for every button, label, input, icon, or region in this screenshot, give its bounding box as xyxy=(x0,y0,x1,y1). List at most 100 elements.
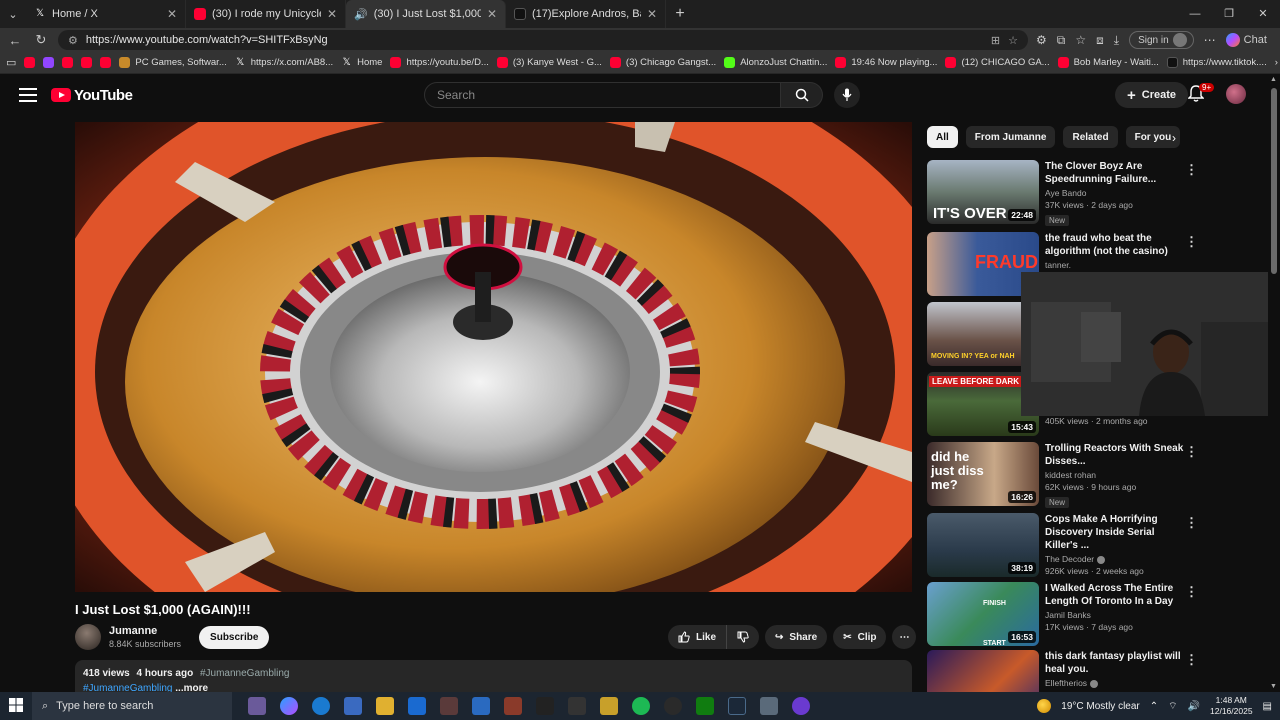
downloads-icon[interactable]: ⤓ xyxy=(1114,33,1119,48)
video-thumbnail[interactable]: IT'S OVER 22:48 xyxy=(927,160,1039,224)
clip-button[interactable]: ✂ Clip xyxy=(833,625,887,649)
reading-list-icon[interactable]: ▭ xyxy=(6,56,16,69)
description-hashtag[interactable]: #JumanneGambling xyxy=(200,668,290,679)
app-icon[interactable] xyxy=(472,697,490,715)
bookmark[interactable] xyxy=(81,57,93,68)
discord-icon[interactable] xyxy=(792,697,810,715)
bookmark[interactable]: 𝕏 Home xyxy=(341,57,383,68)
new-tab-button[interactable]: + xyxy=(666,0,694,28)
weather-text[interactable]: 19°C Mostly clear xyxy=(1061,701,1139,712)
bookmark[interactable]: (12) CHICAGO GA... xyxy=(945,57,1050,68)
bookmark[interactable]: https://youtu.be/D... xyxy=(390,57,489,68)
chip-from-channel[interactable]: From Jumanne xyxy=(965,126,1056,148)
bookmark[interactable]: (3) Chicago Gangst... xyxy=(609,57,716,68)
app-icon[interactable] xyxy=(664,697,682,715)
related-video[interactable]: this dark fantasy playlist will heal you… xyxy=(927,650,1247,692)
page-scrollbar[interactable]: ▲ ▼ xyxy=(1268,74,1280,692)
notifications-center-icon[interactable]: ▤ xyxy=(1263,701,1272,712)
taskbar-search[interactable]: ⌕ Type here to search xyxy=(32,692,232,720)
bookmark[interactable]: Bob Marley - Waiti... xyxy=(1057,57,1159,68)
bookmarks-overflow-icon[interactable]: › xyxy=(1275,57,1278,68)
more-options-icon[interactable]: ⋮ xyxy=(1185,234,1198,250)
menu-icon[interactable] xyxy=(19,88,37,102)
bookmark[interactable] xyxy=(62,57,74,68)
app-available-icon[interactable]: ⊞ xyxy=(991,34,1000,47)
bookmark[interactable] xyxy=(24,57,36,68)
scroll-up-icon[interactable]: ▲ xyxy=(1270,76,1277,83)
close-window-icon[interactable]: ✕ xyxy=(1246,0,1280,28)
sign-in-button[interactable]: Sign in xyxy=(1129,31,1194,49)
related-video[interactable]: IT'S OVER 22:48 The Clover Boyz Are Spee… xyxy=(927,160,1247,226)
app-icon[interactable] xyxy=(536,697,554,715)
favorites-icon[interactable]: ☆ xyxy=(1075,33,1086,47)
subscribe-button[interactable]: Subscribe xyxy=(199,625,270,649)
video-thumbnail[interactable] xyxy=(927,650,1039,692)
channel-avatar[interactable] xyxy=(75,624,101,650)
browser-tab-active[interactable]: 🔊 (30) I Just Lost $1,000 (AGAIN ✕ xyxy=(346,0,506,28)
steam-icon[interactable] xyxy=(728,697,746,715)
tab-actions-menu[interactable]: ⌄ xyxy=(0,0,26,28)
back-icon[interactable]: ← xyxy=(6,33,24,48)
app-icon[interactable] xyxy=(760,697,778,715)
close-tab-icon[interactable]: ✕ xyxy=(487,7,497,21)
refresh-icon[interactable]: ↻ xyxy=(32,32,50,48)
minimize-icon[interactable]: — xyxy=(1178,0,1212,28)
video-thumbnail[interactable]: did he just diss me? 16:26 xyxy=(927,442,1039,506)
more-options-icon[interactable]: ⋮ xyxy=(1185,444,1198,460)
app-icon[interactable] xyxy=(568,697,586,715)
more-options-icon[interactable]: ⋮ xyxy=(1185,652,1198,668)
bookmark[interactable]: (3) Kanye West - G... xyxy=(496,57,602,68)
scrollbar-thumb[interactable] xyxy=(1271,88,1277,274)
bookmark[interactable] xyxy=(43,57,55,68)
search-input[interactable] xyxy=(424,82,781,108)
bookmark[interactable]: 𝕏https://x.com/AB8... xyxy=(235,57,333,68)
copilot-icon[interactable] xyxy=(280,697,298,715)
share-button[interactable]: ↪ Share xyxy=(765,625,828,649)
clock[interactable]: 1:48 AM 12/16/2025 xyxy=(1210,695,1253,717)
scroll-down-icon[interactable]: ▼ xyxy=(1270,683,1277,690)
favorite-star-icon[interactable]: ☆ xyxy=(1008,34,1018,47)
search-button[interactable] xyxy=(781,82,823,108)
app-icon[interactable] xyxy=(600,697,618,715)
more-actions-button[interactable]: ⋯ xyxy=(892,625,917,649)
start-button[interactable] xyxy=(0,697,32,715)
account-avatar[interactable] xyxy=(1226,84,1246,104)
bookmark[interactable]: https://www.tiktok.... xyxy=(1166,57,1267,68)
game-icon[interactable] xyxy=(504,697,522,715)
like-button[interactable]: Like xyxy=(668,625,727,649)
file-explorer-icon[interactable] xyxy=(376,697,394,715)
store-icon[interactable] xyxy=(344,697,362,715)
close-tab-icon[interactable]: ✕ xyxy=(167,7,177,21)
restore-icon[interactable]: ❐ xyxy=(1212,0,1246,28)
browser-tab[interactable]: (17)Explore Andros, Bahamas: Blu ✕ xyxy=(506,0,666,28)
copilot-chat-button[interactable]: Chat xyxy=(1225,33,1267,47)
more-options-icon[interactable]: ⋮ xyxy=(1185,515,1198,531)
site-info-icon[interactable]: ⚙ xyxy=(68,34,78,47)
voice-search-button[interactable] xyxy=(834,82,860,108)
video-thumbnail[interactable]: 38:19 xyxy=(927,513,1039,577)
volume-icon[interactable]: 🔊 xyxy=(1188,701,1200,712)
video-player[interactable] xyxy=(75,122,912,592)
extensions-icon[interactable]: ⚙ xyxy=(1036,33,1047,47)
bookmark[interactable]: AlonzoJust Chattin... xyxy=(724,57,827,68)
close-tab-icon[interactable]: ✕ xyxy=(327,7,337,21)
bookmark[interactable] xyxy=(100,57,112,68)
related-video[interactable]: did he just diss me? 16:26 Trolling Reac… xyxy=(927,442,1247,508)
browser-tab[interactable]: (30) I rode my Unicycle from NYC t ✕ xyxy=(186,0,346,28)
youtube-logo[interactable]: YouTube xyxy=(51,87,133,104)
more-options-icon[interactable]: ⋮ xyxy=(1185,584,1198,600)
network-icon[interactable]: ⌔ xyxy=(1168,700,1177,713)
tray-overflow-icon[interactable]: ⌃ xyxy=(1150,701,1158,712)
collections-icon[interactable]: ⧈ xyxy=(1096,33,1104,48)
address-bar[interactable]: ⚙ https://www.youtube.com/watch?v=SHITFx… xyxy=(58,30,1028,50)
split-screen-icon[interactable]: ⧉ xyxy=(1057,33,1066,48)
spotify-icon[interactable] xyxy=(632,697,650,715)
bookmark[interactable]: PC Games, Softwar... xyxy=(119,57,227,68)
close-tab-icon[interactable]: ✕ xyxy=(647,7,657,21)
game-icon[interactable] xyxy=(440,697,458,715)
weather-icon[interactable] xyxy=(1037,699,1052,713)
dislike-button[interactable] xyxy=(726,625,760,649)
channel-name[interactable]: Jumanne xyxy=(109,625,181,637)
xbox-icon[interactable] xyxy=(696,697,714,715)
task-view-icon[interactable] xyxy=(248,697,266,715)
